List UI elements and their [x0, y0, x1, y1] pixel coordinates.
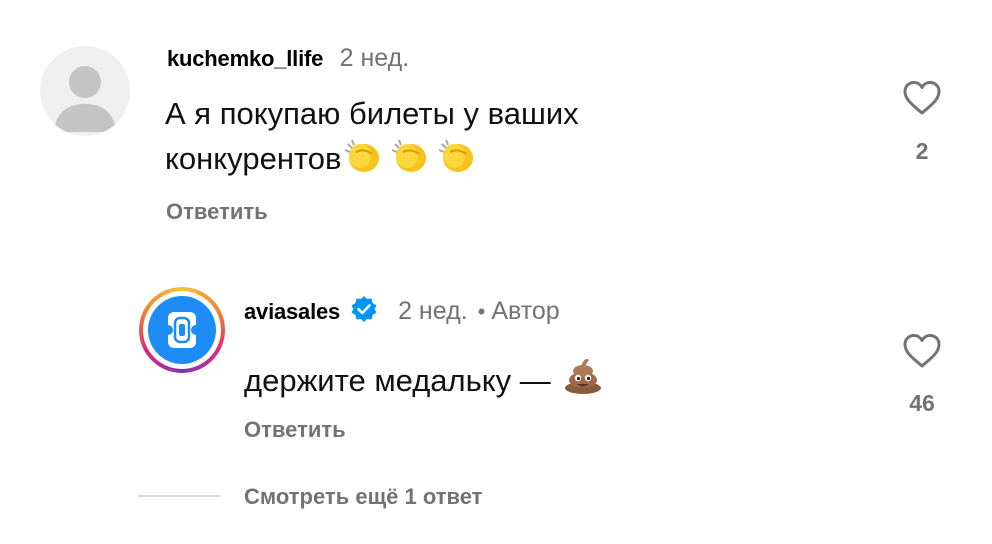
- comment-text: А я покупаю билеты у ваших конкурентов: [165, 92, 579, 186]
- like-count: 2: [915, 138, 929, 164]
- like-heart-icon[interactable]: [902, 80, 942, 121]
- like-heart-icon-2[interactable]: [902, 333, 942, 374]
- reply-button[interactable]: Ответить: [166, 199, 268, 225]
- comment-time: 2 нед.: [339, 44, 410, 72]
- verified-badge-icon: [350, 295, 378, 328]
- reply-username[interactable]: aviasales: [244, 299, 340, 325]
- reply-time: 2 нед.: [398, 297, 468, 325]
- default-avatar-icon: [54, 66, 116, 132]
- reply-header: aviasales 2 нед. • Автор: [244, 295, 560, 328]
- comment-header: kuchemko_llife 2 нед.: [167, 44, 409, 73]
- comment-text-line: А я покупаю билеты у ваших: [165, 96, 579, 131]
- user-avatar[interactable]: [40, 46, 130, 136]
- like-count-2: 46: [909, 390, 935, 416]
- aviasales-logo-icon: [148, 296, 216, 364]
- replies-divider: [138, 495, 220, 497]
- comment-text-fragment: конкурентов: [165, 141, 342, 177]
- comment-username[interactable]: kuchemko_llife: [167, 46, 323, 71]
- pile-of-poo-icon: [563, 356, 603, 406]
- author-label: Автор: [491, 297, 560, 325]
- view-replies-button[interactable]: Смотреть ещё 1 ответ: [244, 484, 482, 510]
- reply-text-content: держите медальку —: [244, 363, 551, 398]
- story-ring-inner: [143, 291, 221, 369]
- reply-button-2[interactable]: Ответить: [244, 417, 346, 443]
- clapping-hands-icon: [342, 136, 480, 186]
- brand-avatar[interactable]: [139, 287, 225, 373]
- separator-dot: •: [477, 298, 486, 324]
- reply-text: держите медальку —: [244, 356, 603, 406]
- comment-text-line-2: конкурентов: [165, 136, 579, 186]
